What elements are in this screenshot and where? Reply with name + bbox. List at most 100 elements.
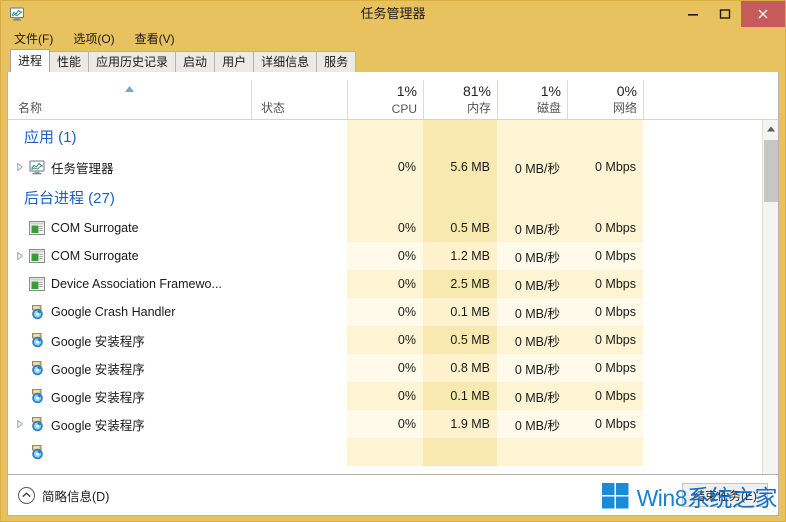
column-bands (8, 181, 762, 214)
scrollbar-thumb[interactable] (764, 140, 778, 202)
cell-mem: 1.2 MB (423, 242, 497, 270)
cell-disk: 0 MB/秒 (497, 326, 567, 354)
cell-cpu: 0% (347, 410, 423, 438)
process-name-label: Google 安装程序 (51, 387, 145, 406)
close-button[interactable] (741, 1, 785, 27)
maximize-button[interactable] (709, 1, 741, 27)
table-row[interactable]: COM Surrogate0%0.5 MB0 MB/秒0 Mbps (8, 214, 762, 242)
table-row[interactable]: 任务管理器0%5.6 MB0 MB/秒0 Mbps (8, 153, 762, 181)
cell-mem: 2.5 MB (423, 270, 497, 298)
task-manager-window: 任务管理器 文件(F) 选项(O) 查看(V) 进程 性能 应用历史记录 启动 … (0, 0, 786, 522)
cell-net: 0 Mbps (567, 153, 643, 181)
scroll-up-button[interactable] (763, 120, 779, 137)
process-name-cell: Google 安装程序 (8, 410, 145, 438)
cell-net: 0 Mbps (567, 270, 643, 298)
caption-buttons (677, 1, 785, 27)
google-installer-icon (28, 360, 46, 376)
process-name-cell: Google 安装程序 (8, 326, 145, 354)
column-divider[interactable] (567, 80, 568, 119)
process-list-panel: 名称 状态 1% CPU 81% 内存 1% 磁盘 0% 网络 (7, 72, 779, 491)
cell-disk: 0 MB/秒 (497, 242, 567, 270)
process-name-label: Google 安装程序 (51, 359, 145, 378)
table-row[interactable]: Google 安装程序0%0.8 MB0 MB/秒0 Mbps (8, 354, 762, 382)
tab-performance[interactable]: 性能 (49, 51, 89, 72)
table-row[interactable]: Device Association Framewo...0%2.5 MB0 M… (8, 270, 762, 298)
cell-disk: 0 MB/秒 (497, 214, 567, 242)
process-name-label: COM Surrogate (51, 221, 139, 235)
vertical-scrollbar[interactable] (762, 120, 778, 490)
column-header-memory[interactable]: 81% 内存 (423, 72, 497, 119)
column-header-status[interactable]: 状态 (251, 72, 347, 119)
tab-strip: 进程 性能 应用历史记录 启动 用户 详细信息 服务 (1, 49, 785, 72)
column-header-cpu[interactable]: 1% CPU (347, 72, 423, 119)
tab-users[interactable]: 用户 (214, 51, 254, 72)
cell-mem: 0.1 MB (423, 298, 497, 326)
cell-disk: 0 MB/秒 (497, 354, 567, 382)
google-installer-icon (28, 332, 46, 348)
cell-disk: 0 MB/秒 (497, 382, 567, 410)
cell-net: 0 Mbps (567, 298, 643, 326)
tab-processes[interactable]: 进程 (10, 49, 50, 72)
process-name-cell: Google Crash Handler (8, 298, 175, 326)
chevron-up-icon (18, 487, 35, 504)
tab-app-history[interactable]: 应用历史记录 (88, 51, 176, 72)
cell-cpu: 0% (347, 354, 423, 382)
column-divider[interactable] (347, 80, 348, 119)
google-installer-icon (28, 444, 46, 460)
cell-cpu: 0% (347, 326, 423, 354)
table-row[interactable]: Google Crash Handler 0%0.1 MB0 MB/秒0 Mbps (8, 298, 762, 326)
column-divider[interactable] (497, 80, 498, 119)
cell-cpu: 0% (347, 298, 423, 326)
cell-net: 0 Mbps (567, 382, 643, 410)
column-divider[interactable] (423, 80, 424, 119)
table-row[interactable]: Google 安装程序 0%0.1 MB0 MB/秒0 Mbps (8, 382, 762, 410)
menu-item-options[interactable]: 选项(O) (70, 29, 117, 48)
menu-item-view[interactable]: 查看(V) (132, 29, 178, 48)
expand-arrow-icon[interactable] (12, 252, 28, 260)
cell-mem: 0.1 MB (423, 382, 497, 410)
task-manager-icon (9, 6, 25, 22)
column-divider[interactable] (643, 80, 644, 119)
cell-net: 0 Mbps (567, 326, 643, 354)
cell-cpu: 0% (347, 382, 423, 410)
table-row[interactable]: Google 安装程序0%0.5 MB0 MB/秒0 Mbps (8, 326, 762, 354)
column-header-disk[interactable]: 1% 磁盘 (497, 72, 567, 119)
tab-details[interactable]: 详细信息 (253, 51, 317, 72)
cell-net: 0 Mbps (567, 410, 643, 438)
process-name-cell: Device Association Framewo... (8, 270, 222, 298)
cell-cpu: 0% (347, 270, 423, 298)
end-task-button[interactable]: 结束任务(E) (682, 483, 768, 507)
process-name-cell: Google 安装程序 (8, 354, 145, 382)
table-row[interactable] (8, 438, 762, 466)
cell-net: 0 Mbps (567, 354, 643, 382)
table-row[interactable]: Google 安装程序 0%1.9 MB0 MB/秒0 Mbps (8, 410, 762, 438)
tab-services[interactable]: 服务 (316, 51, 356, 72)
column-bands (8, 438, 762, 466)
process-name-cell: 任务管理器 (8, 153, 114, 181)
expand-arrow-icon[interactable] (12, 420, 28, 428)
process-name-label: Google Crash Handler (51, 305, 175, 319)
column-divider[interactable] (251, 80, 252, 119)
menu-bar: 文件(F) 选项(O) 查看(V) (1, 27, 785, 49)
expand-arrow-icon[interactable] (12, 163, 28, 171)
table-row[interactable]: COM Surrogate0%1.2 MB0 MB/秒0 Mbps (8, 242, 762, 270)
process-name-label: 任务管理器 (51, 158, 114, 177)
menu-item-file[interactable]: 文件(F) (11, 29, 56, 48)
process-group-label: 后台进程 (27) (8, 187, 115, 208)
fewer-details-label: 简略信息(D) (42, 486, 109, 505)
column-header-network[interactable]: 0% 网络 (567, 72, 643, 119)
cell-disk: 0 MB/秒 (497, 298, 567, 326)
cell-disk: 0 MB/秒 (497, 270, 567, 298)
process-group-row[interactable]: 应用 (1) (8, 120, 762, 153)
cell-mem: 5.6 MB (423, 153, 497, 181)
minimize-button[interactable] (677, 1, 709, 27)
process-name-cell: COM Surrogate (8, 242, 139, 270)
cell-mem: 1.9 MB (423, 410, 497, 438)
process-group-row[interactable]: 后台进程 (27) (8, 181, 762, 214)
tab-startup[interactable]: 启动 (175, 51, 215, 72)
cell-disk: 0 MB/秒 (497, 410, 567, 438)
fewer-details-button[interactable]: 简略信息(D) (18, 486, 109, 505)
cell-disk: 0 MB/秒 (497, 153, 567, 181)
window-icon (28, 220, 46, 236)
column-header-row: 名称 状态 1% CPU 81% 内存 1% 磁盘 0% 网络 (8, 72, 778, 120)
